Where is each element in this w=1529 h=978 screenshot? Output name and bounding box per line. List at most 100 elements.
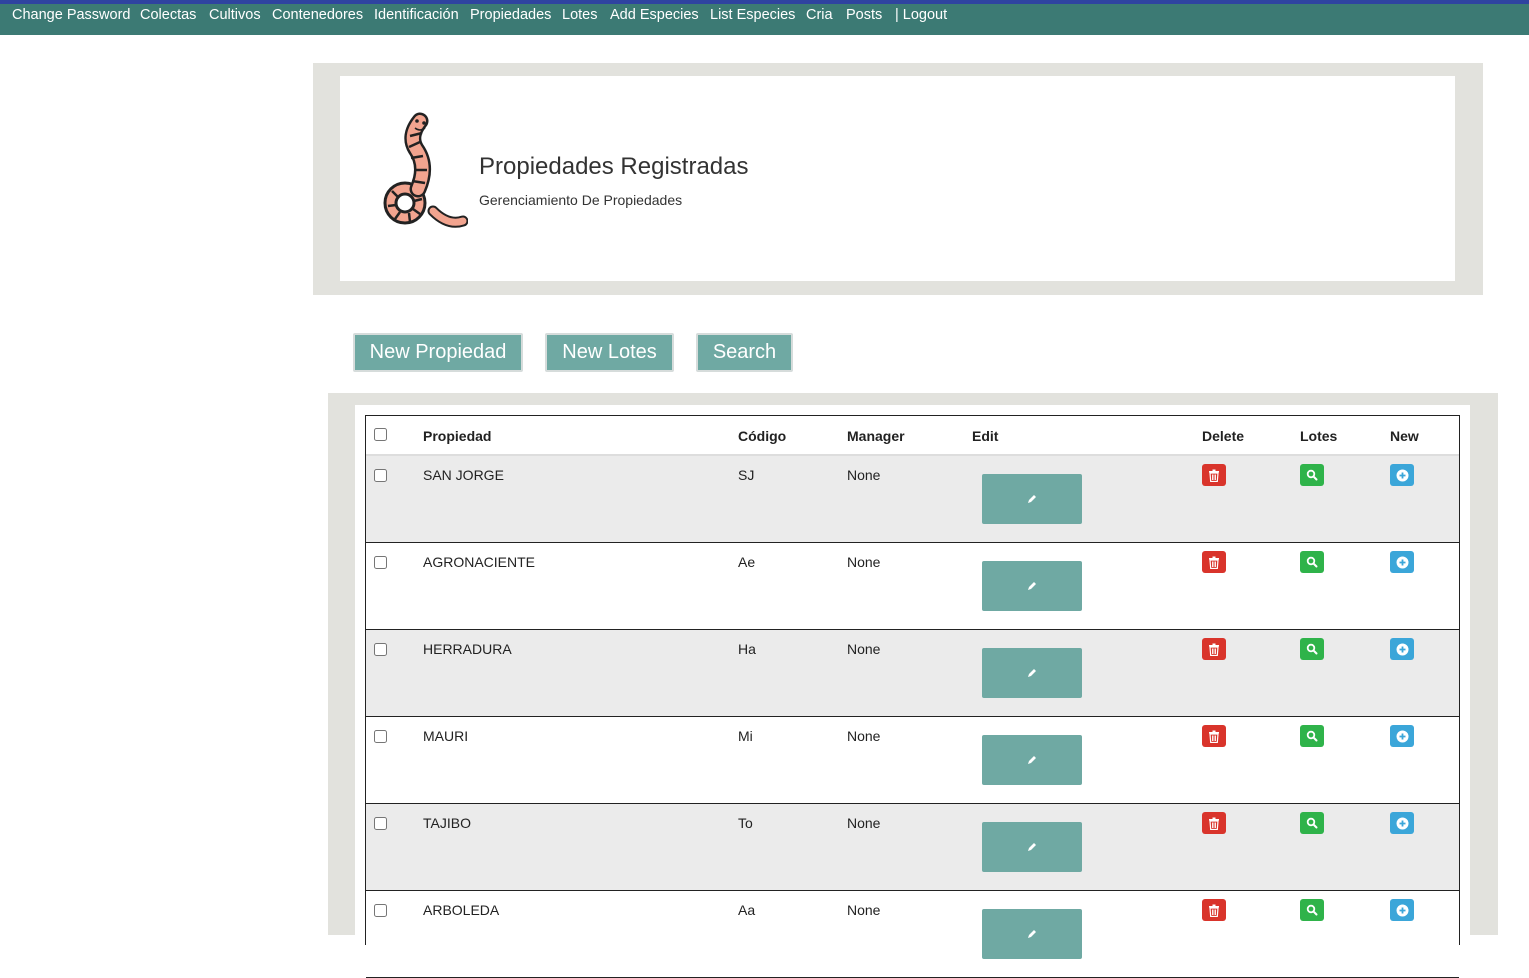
col-new: New <box>1390 428 1419 444</box>
lotes-search-button[interactable] <box>1300 812 1324 834</box>
manager-cell: None <box>847 728 881 744</box>
propiedad-cell: SAN JORGE <box>423 467 504 483</box>
nav-contenedores[interactable]: Contenedores <box>272 6 363 24</box>
row-checkbox[interactable] <box>374 556 387 569</box>
table-row: MAURI Mi None <box>366 717 1459 804</box>
page-subtitle: Gerenciamiento De Propiedades <box>479 192 683 208</box>
pencil-icon <box>1028 582 1036 590</box>
propiedad-cell: MAURI <box>423 728 469 744</box>
plus-circle-icon <box>1396 469 1408 481</box>
nav-change-password[interactable]: Change Password <box>12 6 131 24</box>
pencil-icon <box>1028 930 1036 938</box>
pencil-icon <box>1028 495 1036 503</box>
col-lotes: Lotes <box>1300 428 1338 444</box>
trash-icon <box>1209 817 1219 830</box>
nav-identificacion[interactable]: Identificación <box>374 6 459 24</box>
plus-circle-icon <box>1396 904 1408 916</box>
nav-colectas[interactable]: Colectas <box>140 6 196 24</box>
plus-circle-icon <box>1396 556 1408 568</box>
propiedades-table: Propiedad Código Manager Edit Delete Lot… <box>365 415 1460 978</box>
search-button[interactable]: Search <box>696 333 793 372</box>
edit-button[interactable] <box>982 474 1082 524</box>
new-lotes-button[interactable]: New Lotes <box>545 333 674 372</box>
row-checkbox[interactable] <box>374 643 387 656</box>
row-checkbox[interactable] <box>374 817 387 830</box>
manager-cell: None <box>847 815 881 831</box>
new-lote-button[interactable] <box>1390 725 1414 747</box>
codigo-cell: Ae <box>738 554 756 570</box>
manager-cell: None <box>847 902 881 918</box>
nav-posts[interactable]: Posts <box>846 6 882 24</box>
new-lote-button[interactable] <box>1390 638 1414 660</box>
new-lote-button[interactable] <box>1390 812 1414 834</box>
propiedad-cell: TAJIBO <box>423 815 471 831</box>
col-manager[interactable]: Manager <box>847 428 905 444</box>
magnifier-icon <box>1306 904 1318 916</box>
codigo-cell: Aa <box>738 902 756 918</box>
trash-icon <box>1209 730 1219 743</box>
table-header-row: Propiedad Código Manager Edit Delete Lot… <box>366 416 1459 456</box>
col-propiedad[interactable]: Propiedad <box>423 428 491 444</box>
lotes-search-button[interactable] <box>1300 725 1324 747</box>
edit-button[interactable] <box>982 735 1082 785</box>
pencil-icon <box>1028 669 1036 677</box>
trash-icon <box>1209 469 1219 482</box>
edit-button[interactable] <box>982 822 1082 872</box>
table-row: TAJIBO To None <box>366 804 1459 891</box>
table-row: SAN JORGE SJ None <box>366 456 1459 543</box>
lotes-search-button[interactable] <box>1300 464 1324 486</box>
codigo-cell: SJ <box>738 467 755 483</box>
header-card: Propiedades Registradas Gerenciamiento D… <box>340 76 1455 281</box>
lotes-search-button[interactable] <box>1300 899 1324 921</box>
magnifier-icon <box>1306 817 1318 829</box>
top-navbar: Change Password Colectas Cultivos Conten… <box>0 0 1529 35</box>
nav-cultivos[interactable]: Cultivos <box>209 6 261 24</box>
edit-button[interactable] <box>982 648 1082 698</box>
table-panel: Propiedad Código Manager Edit Delete Lot… <box>328 393 1498 978</box>
delete-button[interactable] <box>1202 812 1226 834</box>
lotes-search-button[interactable] <box>1300 551 1324 573</box>
new-lote-button[interactable] <box>1390 551 1414 573</box>
header-panel: Propiedades Registradas Gerenciamiento D… <box>313 63 1483 295</box>
delete-button[interactable] <box>1202 551 1226 573</box>
magnifier-icon <box>1306 469 1318 481</box>
plus-circle-icon <box>1396 730 1408 742</box>
new-propiedad-button[interactable]: New Propiedad <box>353 333 523 372</box>
nav-lotes[interactable]: Lotes <box>562 6 597 24</box>
manager-cell: None <box>847 554 881 570</box>
table-row: AGRONACIENTE Ae None <box>366 543 1459 630</box>
col-delete: Delete <box>1202 428 1245 444</box>
worm-icon <box>383 112 468 228</box>
select-all-checkbox[interactable] <box>374 428 387 441</box>
nav-list-especies[interactable]: List Especies <box>710 6 795 24</box>
nav-cria[interactable]: Cria <box>806 6 833 24</box>
codigo-cell: Mi <box>738 728 753 744</box>
magnifier-icon <box>1306 643 1318 655</box>
row-checkbox[interactable] <box>374 730 387 743</box>
edit-button[interactable] <box>982 561 1082 611</box>
col-codigo[interactable]: Código <box>738 428 786 444</box>
magnifier-icon <box>1306 730 1318 742</box>
new-lote-button[interactable] <box>1390 899 1414 921</box>
plus-circle-icon <box>1396 643 1408 655</box>
plus-circle-icon <box>1396 817 1408 829</box>
magnifier-icon <box>1306 556 1318 568</box>
col-edit: Edit <box>972 428 999 444</box>
page-title: Propiedades Registradas <box>479 153 749 180</box>
nav-logout[interactable]: | Logout <box>895 6 947 24</box>
delete-button[interactable] <box>1202 464 1226 486</box>
delete-button[interactable] <box>1202 638 1226 660</box>
lotes-search-button[interactable] <box>1300 638 1324 660</box>
row-checkbox[interactable] <box>374 904 387 917</box>
trash-icon <box>1209 904 1219 917</box>
nav-propiedades[interactable]: Propiedades <box>470 6 551 24</box>
delete-button[interactable] <box>1202 899 1226 921</box>
new-lote-button[interactable] <box>1390 464 1414 486</box>
edit-button[interactable] <box>982 909 1082 959</box>
nav-add-especies[interactable]: Add Especies <box>610 6 699 24</box>
trash-icon <box>1209 643 1219 656</box>
codigo-cell: Ha <box>738 641 756 657</box>
pencil-icon <box>1028 756 1036 764</box>
row-checkbox[interactable] <box>374 469 387 482</box>
delete-button[interactable] <box>1202 725 1226 747</box>
